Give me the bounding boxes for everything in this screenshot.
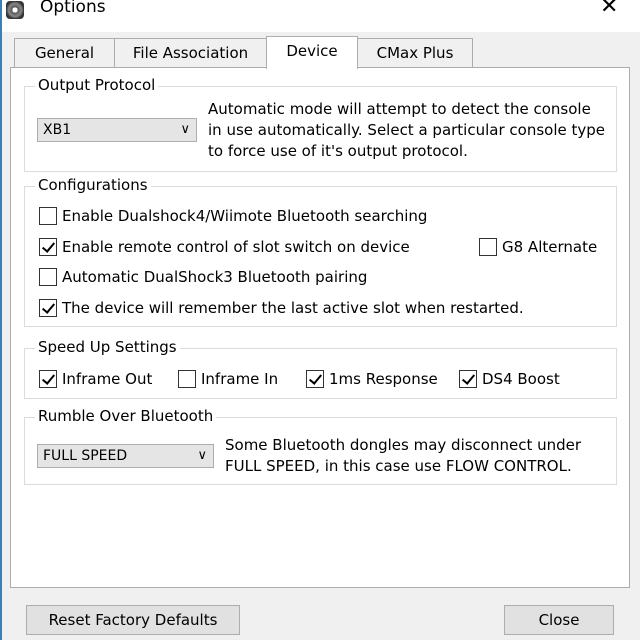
checkbox-box[interactable]: [39, 370, 57, 388]
checkbox-label: Automatic DualShock3 Bluetooth pairing: [62, 268, 368, 286]
checkbox-box[interactable]: [39, 207, 57, 225]
tab-device[interactable]: Device: [266, 36, 358, 69]
checkbox-ds3-auto-pairing[interactable]: Automatic DualShock3 Bluetooth pairing: [39, 268, 367, 286]
configurations-group: Configurations Enable Dualshock4/Wiimote…: [24, 176, 617, 327]
checkbox-label: G8 Alternate: [502, 238, 598, 256]
close-icon[interactable]: ✕: [600, 0, 618, 19]
checkbox-label: Enable Dualshock4/Wiimote Bluetooth sear…: [62, 207, 428, 225]
tab-cmax-plus[interactable]: CMax Plus: [357, 38, 473, 68]
chevron-down-icon: ∨: [180, 122, 190, 137]
tab-file-association[interactable]: File Association: [114, 38, 267, 68]
rumble-select[interactable]: FULL SPEED ∨: [37, 444, 214, 468]
close-button[interactable]: Close: [504, 605, 614, 635]
window-border: [0, 0, 2, 640]
group-label: Rumble Over Bluetooth: [35, 407, 217, 425]
window-title: Options: [40, 0, 106, 17]
checkbox-1ms-response[interactable]: 1ms Response: [306, 370, 438, 388]
tab-general[interactable]: General: [14, 38, 115, 68]
checkbox-g8-alternate[interactable]: G8 Alternate: [479, 238, 597, 256]
selected-value: FULL SPEED: [43, 448, 128, 464]
group-label: Configurations: [35, 176, 151, 194]
checkbox-remember-slot[interactable]: The device will remember the last active…: [39, 299, 524, 317]
checkbox-ds4-boost[interactable]: DS4 Boost: [459, 370, 560, 388]
gear-icon: [6, 1, 24, 19]
output-protocol-description: Automatic mode will attempt to detect th…: [208, 100, 605, 160]
checkbox-box[interactable]: [39, 268, 57, 286]
checkbox-box[interactable]: [306, 370, 324, 388]
checkbox-inframe-out[interactable]: Inframe Out: [39, 370, 152, 388]
checkbox-label: Inframe Out: [62, 370, 153, 388]
checkbox-box[interactable]: [39, 238, 57, 256]
speed-up-group: Speed Up Settings Inframe Out Inframe In…: [24, 338, 617, 399]
checkbox-label: The device will remember the last active…: [62, 299, 524, 317]
reset-factory-defaults-button[interactable]: Reset Factory Defaults: [26, 605, 240, 635]
checkbox-label: Inframe In: [201, 370, 279, 388]
checkbox-label: Enable remote control of slot switch on …: [62, 238, 410, 256]
output-protocol-select[interactable]: XB1 ∨: [37, 118, 197, 142]
group-label: Speed Up Settings: [35, 338, 180, 356]
checkbox-box[interactable]: [178, 370, 196, 388]
rumble-description: Some Bluetooth dongles may disconnect un…: [225, 436, 582, 475]
checkbox-box[interactable]: [39, 299, 57, 317]
checkbox-inframe-in[interactable]: Inframe In: [178, 370, 278, 388]
tab-panel: Output Protocol XB1 ∨ Automatic mode wil…: [10, 67, 630, 588]
chevron-down-icon: ∨: [197, 448, 207, 463]
checkbox-remote-slot-switch[interactable]: Enable remote control of slot switch on …: [39, 238, 410, 256]
rumble-group: Rumble Over Bluetooth FULL SPEED ∨ Some …: [24, 407, 617, 485]
checkbox-label: DS4 Boost: [482, 370, 560, 388]
checkbox-dualshock4-wiimote-search[interactable]: Enable Dualshock4/Wiimote Bluetooth sear…: [39, 207, 427, 225]
output-protocol-group: Output Protocol XB1 ∨ Automatic mode wil…: [24, 76, 617, 172]
group-label: Output Protocol: [35, 76, 159, 94]
selected-value: XB1: [43, 122, 72, 138]
checkbox-label: 1ms Response: [329, 370, 438, 388]
checkbox-box[interactable]: [479, 238, 497, 256]
checkbox-box[interactable]: [459, 370, 477, 388]
